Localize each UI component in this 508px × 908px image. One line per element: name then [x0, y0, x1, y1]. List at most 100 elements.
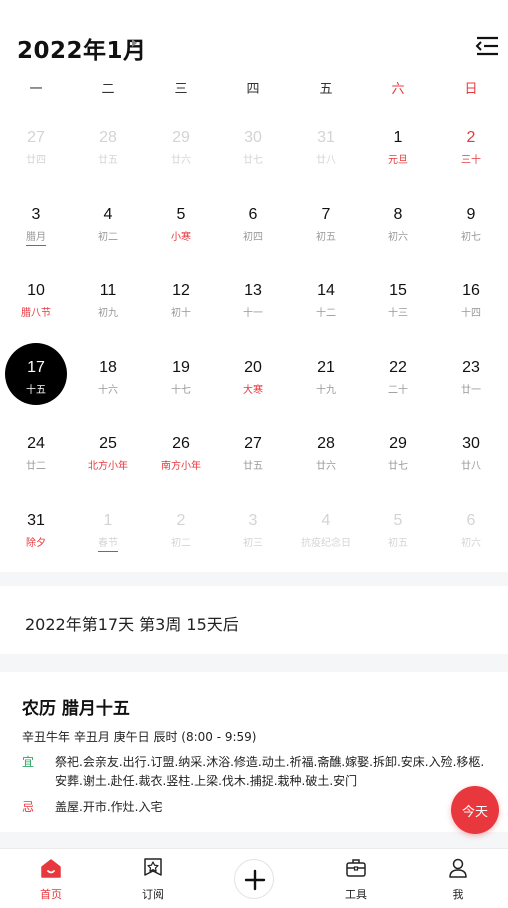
ganzhi-subtitle: 辛丑牛年 辛丑月 庚午日 辰时 (8:00 - 9:59) — [22, 730, 257, 744]
calendar-day[interactable]: 5 初五 — [362, 495, 434, 571]
lunar-label: 十四 — [461, 308, 481, 319]
lunar-label: 小寒 — [171, 231, 191, 243]
day-number: 12 — [172, 282, 190, 299]
calendar-day[interactable]: 29 廿六 — [145, 112, 217, 188]
menu-indent-icon[interactable] — [474, 35, 500, 57]
day-number: 14 — [317, 282, 335, 299]
day-number: 27 — [27, 129, 45, 146]
day-info-row: 2022年第17天 第3周 15天后 — [0, 586, 508, 654]
lunar-label: 大寒 — [243, 384, 263, 396]
calendar-day[interactable]: 3 初三 — [217, 495, 289, 571]
calendar-day[interactable]: 18 十六 — [72, 342, 144, 418]
calendar-day[interactable]: 9 初七 — [435, 189, 507, 265]
calendar-day[interactable]: 28 廿五 — [72, 112, 144, 188]
month-title[interactable]: 2022年1月 — [17, 31, 147, 65]
calendar-day[interactable]: 7 初五 — [290, 189, 362, 265]
calendar-day[interactable]: 30 廿七 — [217, 112, 289, 188]
lunar-date-title: 农历 腊月十五 — [22, 699, 130, 719]
day-number: 31 — [27, 511, 45, 529]
lunar-label: 廿六 — [316, 461, 336, 472]
add-button[interactable] — [234, 859, 274, 899]
day-number: 30 — [244, 129, 262, 146]
lunar-label: 初二 — [171, 537, 191, 549]
calendar-day[interactable]: 6 初四 — [217, 189, 289, 265]
calendar-day[interactable]: 2 三十 — [435, 112, 507, 188]
weekday-header: 一 二 三 四 五 六 日 — [0, 78, 508, 100]
calendar-day[interactable]: 28 廿六 — [290, 418, 362, 494]
lunar-label: 廿七 — [243, 155, 263, 166]
lunar-label: 廿二 — [26, 461, 46, 472]
calendar-grid: 27 廿四 28 廿五 29 廿六 30 廿七 31 廿八 1 元旦 2 三十 3 腊月 4 初二 5 小寒 6 初四 7 初… — [0, 112, 508, 572]
day-number: 2 — [466, 129, 476, 146]
calendar-day[interactable]: 26 南方小年 — [145, 418, 217, 494]
calendar-day[interactable]: 2 初二 — [145, 495, 217, 571]
lunar-label: 初三 — [243, 537, 263, 549]
calendar-day[interactable]: 14 十二 — [290, 265, 362, 341]
home-icon — [40, 857, 62, 879]
calendar-day[interactable]: 10 腊八节 — [0, 265, 72, 341]
tab-label: 首页 — [40, 888, 62, 901]
lunar-label: 十三 — [388, 308, 408, 319]
calendar-day[interactable]: 12 初十 — [145, 265, 217, 341]
calendar-day[interactable]: 27 廿四 — [0, 112, 72, 188]
lunar-label: 初十 — [171, 308, 191, 319]
day-number: 15 — [389, 282, 407, 299]
lunar-label: 春节 — [98, 537, 118, 552]
calendar-day[interactable]: 15 十三 — [362, 265, 434, 341]
day-info-text: 2022年第17天 第3周 15天后 — [25, 615, 239, 634]
calendar-day[interactable]: 23 廿一 — [435, 342, 507, 418]
calendar-day[interactable]: 20 大寒 — [217, 342, 289, 418]
calendar-day[interactable]: 21 十九 — [290, 342, 362, 418]
day-number: 29 — [172, 129, 190, 146]
calendar-day[interactable]: 22 二十 — [362, 342, 434, 418]
calendar-day[interactable]: 16 十四 — [435, 265, 507, 341]
calendar-day[interactable]: 5 小寒 — [145, 189, 217, 265]
calendar-day[interactable]: 8 初六 — [362, 189, 434, 265]
calendar-day[interactable]: 13 十一 — [217, 265, 289, 341]
day-number: 3 — [248, 511, 258, 529]
tab-profile[interactable]: 我 — [408, 849, 508, 908]
day-number: 21 — [317, 358, 335, 376]
day-number: 28 — [99, 129, 117, 146]
calendar-day[interactable]: 1 元旦 — [362, 112, 434, 188]
caret-right-icon[interactable] — [132, 39, 137, 47]
calendar-day[interactable]: 6 初六 — [435, 495, 507, 571]
day-number: 8 — [393, 205, 403, 223]
day-number: 5 — [393, 511, 403, 529]
calendar-day[interactable]: 29 廿七 — [362, 418, 434, 494]
lunar-label: 廿五 — [243, 461, 263, 472]
calendar-day[interactable]: 31 廿八 — [290, 112, 362, 188]
calendar-day[interactable]: 1 春节 — [72, 495, 144, 571]
day-number: 3 — [31, 205, 41, 223]
day-number: 16 — [462, 282, 480, 299]
calendar-day[interactable]: 11 初九 — [72, 265, 144, 341]
calendar-day[interactable]: 3 腊月 — [0, 189, 72, 265]
calendar-day[interactable]: 30 廿八 — [435, 418, 507, 494]
calendar-day[interactable]: 19 十七 — [145, 342, 217, 418]
calendar-day[interactable]: 25 北方小年 — [72, 418, 144, 494]
tab-label: 订阅 — [142, 888, 164, 901]
weekday-label: 四 — [246, 82, 260, 97]
lunar-label: 北方小年 — [88, 461, 128, 472]
calendar-day[interactable]: 24 廿二 — [0, 418, 72, 494]
today-button[interactable]: 今天 — [451, 786, 499, 834]
weekday-label: 五 — [319, 82, 333, 97]
tab-home[interactable]: 首页 — [1, 849, 101, 908]
tab-tools[interactable]: 工具 — [306, 849, 406, 908]
calendar-day[interactable]: 27 廿五 — [217, 418, 289, 494]
calendar-day[interactable]: 4 初二 — [72, 189, 144, 265]
lunar-label: 十一 — [243, 308, 263, 319]
day-number: 30 — [462, 435, 480, 452]
lunar-label: 抗疫纪念日 — [301, 537, 351, 549]
weekday-label-sunday: 日 — [464, 82, 478, 97]
lunar-label: 初六 — [461, 537, 481, 549]
tab-subscribe[interactable]: 订阅 — [103, 849, 203, 908]
almanac-card[interactable]: 农历 腊月十五 辛丑牛年 辛丑月 庚午日 辰时 (8:00 - 9:59) 宜 … — [0, 672, 508, 832]
lunar-label: 廿八 — [461, 461, 481, 472]
lunar-label: 除夕 — [26, 537, 46, 549]
lunar-label: 十五 — [26, 384, 46, 396]
lunar-label: 三十 — [461, 155, 481, 166]
calendar-day[interactable]: 31 除夕 — [0, 495, 72, 571]
bottom-tab-bar: 首页 订阅 工具 我 — [0, 848, 508, 908]
calendar-day[interactable]: 4 抗疫纪念日 — [290, 495, 362, 571]
